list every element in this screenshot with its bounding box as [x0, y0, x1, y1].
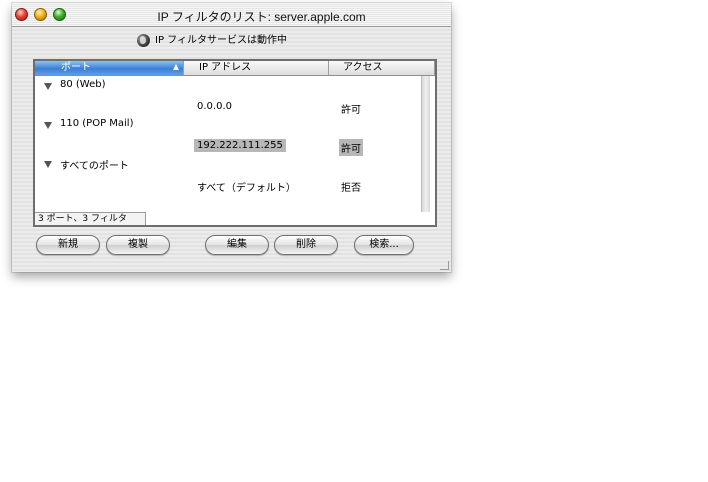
access-cell: 拒否 — [341, 183, 361, 194]
column-header-access-label: アクセス — [343, 62, 383, 73]
vertical-scrollbar[interactable] — [421, 76, 430, 212]
table-header: ポート IP アドレス アクセス — [35, 61, 435, 76]
delete-button[interactable]: 削除 — [274, 235, 338, 255]
ip-filter-window: IP フィルタのリスト: server.apple.com IP フィルタサービ… — [12, 3, 451, 272]
group-label: すべてのポート — [60, 161, 129, 172]
column-header-port[interactable]: ポート — [35, 61, 184, 75]
ip-cell: 192.222.111.255 — [194, 139, 286, 152]
ip-cell: すべて（デフォルト） — [197, 183, 296, 194]
disclosure-triangle-icon[interactable] — [44, 161, 52, 168]
globe-icon — [137, 34, 150, 47]
table-footer-count: 3 ポート、3 フィルタ — [35, 212, 146, 225]
column-header-ip-label: IP アドレス — [199, 62, 252, 73]
group-row-all-ports[interactable]: すべてのポート — [35, 154, 421, 173]
duplicate-button[interactable]: 複製 — [106, 235, 170, 255]
title-bar[interactable]: IP フィルタのリスト: server.apple.com — [12, 3, 451, 27]
table-body: 80 (Web) 0.0.0.0 許可 110 (POP Mail) 192.2… — [35, 76, 421, 212]
filter-row[interactable]: 0.0.0.0 許可 — [35, 96, 421, 116]
resize-grip-icon[interactable] — [440, 261, 449, 270]
group-row-pop-mail[interactable]: 110 (POP Mail) — [35, 115, 421, 134]
edit-button[interactable]: 編集 — [205, 235, 269, 255]
group-label: 80 (Web) — [60, 79, 106, 90]
ip-cell: 0.0.0.0 — [197, 101, 232, 112]
column-header-ip[interactable]: IP アドレス — [184, 61, 329, 75]
close-button[interactable] — [15, 8, 28, 21]
group-label: 110 (POP Mail) — [60, 118, 134, 129]
status-text: IP フィルタサービスは動作中 — [155, 35, 287, 46]
window-title: IP フィルタのリスト: server.apple.com — [157, 10, 366, 24]
filter-row[interactable]: すべて（デフォルト） 拒否 — [35, 174, 421, 194]
column-header-access[interactable]: アクセス — [329, 61, 435, 75]
search-button[interactable]: 検索... — [354, 235, 414, 255]
group-row-web[interactable]: 80 (Web) — [35, 76, 421, 95]
column-header-port-label: ポート — [61, 62, 91, 73]
filter-table: ポート IP アドレス アクセス 80 (Web) 0.0.0.0 許可 110… — [33, 59, 437, 227]
filter-row-selected[interactable]: 192.222.111.255 許可 — [35, 135, 421, 156]
zoom-button[interactable] — [53, 8, 66, 21]
disclosure-triangle-icon[interactable] — [44, 122, 52, 129]
minimize-button[interactable] — [34, 8, 47, 21]
disclosure-triangle-icon[interactable] — [44, 83, 52, 90]
new-button[interactable]: 新規 — [36, 235, 100, 255]
sort-ascending-icon — [173, 64, 179, 70]
